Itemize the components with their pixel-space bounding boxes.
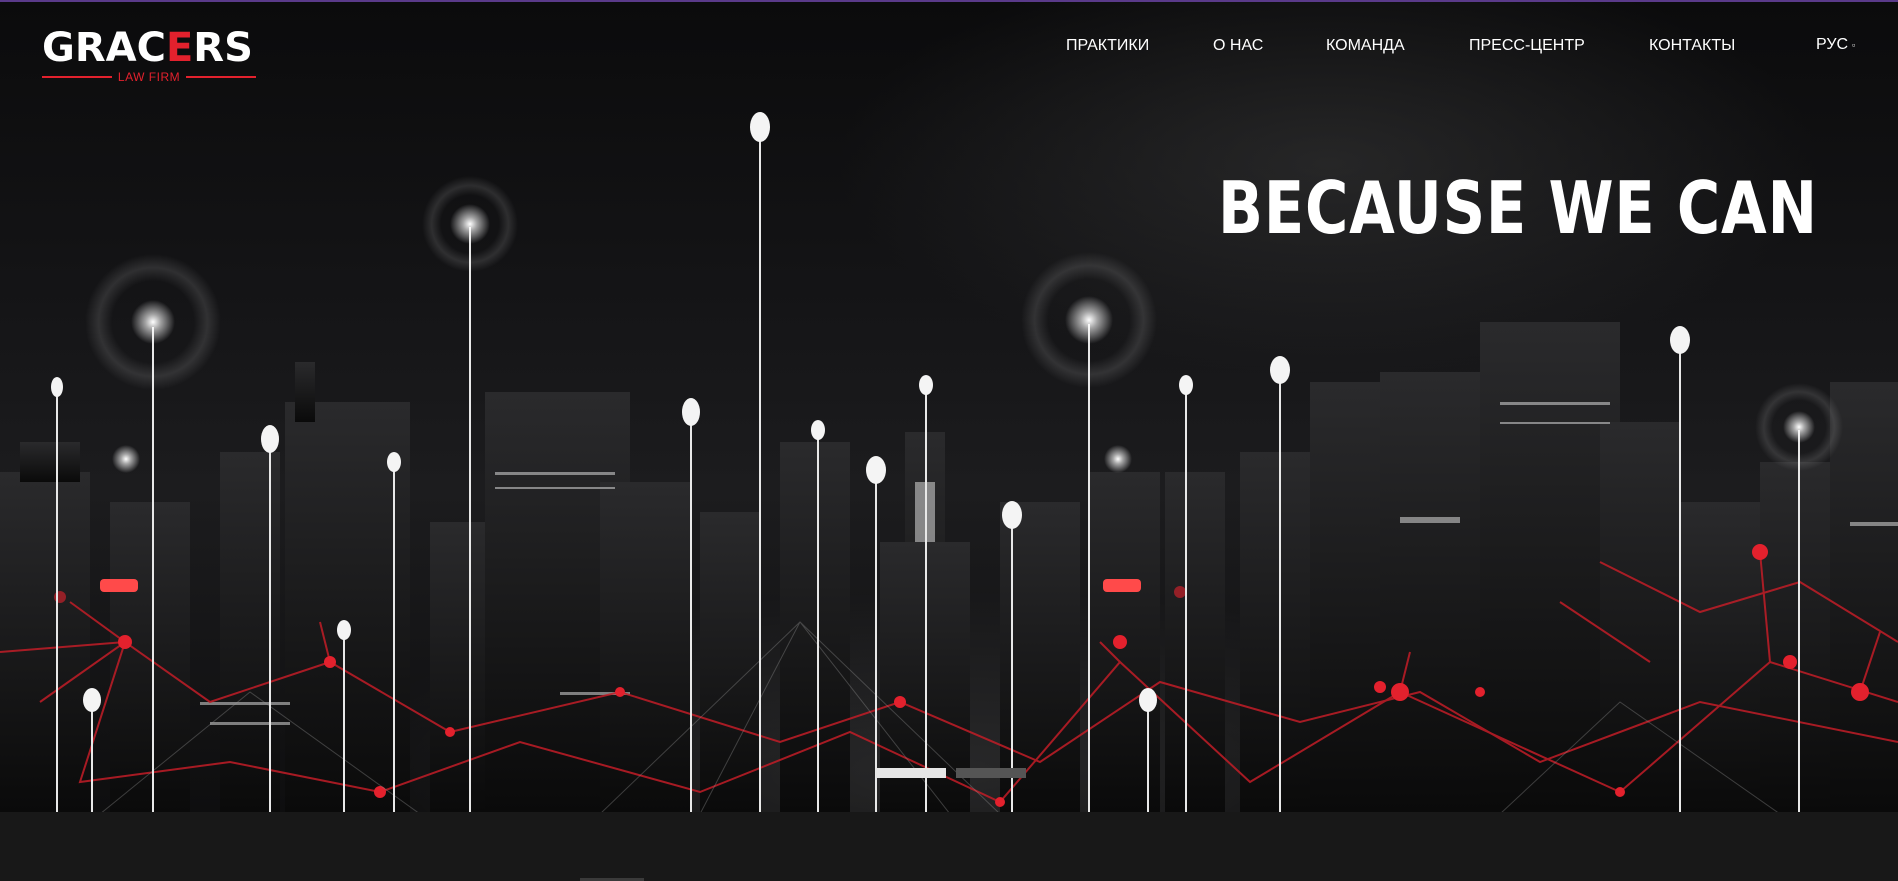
- nav-item-practices[interactable]: ПРАКТИКИ: [1066, 36, 1149, 56]
- logo-divider-left: [42, 76, 112, 78]
- nav-item-press-center[interactable]: ПРЕСС-ЦЕНТР: [1469, 36, 1585, 56]
- slider-pagination: [876, 768, 1026, 780]
- language-selector[interactable]: РУС ▫: [1816, 35, 1855, 55]
- hero-banner: GRACERS LAW FIRM ПРАКТИКИ О НАС КОМАНДА …: [0, 0, 1898, 812]
- brand-subtitle-row: LAW FIRM: [42, 70, 256, 84]
- logo-divider-right: [186, 76, 256, 78]
- hero-headline: BECAUSE WE CAN: [1218, 166, 1818, 250]
- page-footer-strip: [0, 812, 1898, 881]
- slide-indicator-2[interactable]: [956, 768, 1026, 778]
- nav-item-team[interactable]: КОМАНДА: [1326, 36, 1405, 56]
- main-navigation: ПРАКТИКИ О НАС КОМАНДА ПРЕСС-ЦЕНТР КОНТА…: [0, 36, 1898, 56]
- nav-item-contacts[interactable]: КОНТАКТЫ: [1649, 36, 1735, 56]
- language-label: РУС: [1816, 36, 1849, 54]
- nav-item-about[interactable]: О НАС: [1213, 36, 1263, 56]
- brand-subtitle: LAW FIRM: [117, 70, 181, 84]
- city-skyline-image: [0, 112, 1898, 812]
- slide-indicator-1[interactable]: [876, 768, 946, 778]
- chevron-down-icon: ▫: [1852, 40, 1856, 50]
